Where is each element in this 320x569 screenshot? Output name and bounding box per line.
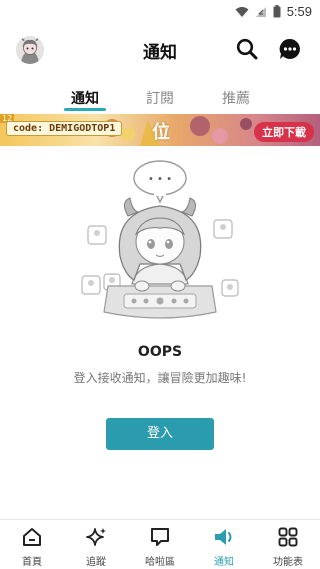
nav-forum[interactable]: 哈啦區 bbox=[128, 520, 192, 569]
empty-state-illustration: • • • bbox=[81, 160, 239, 319]
battery-icon bbox=[273, 5, 281, 18]
nav-menu-label: 功能表 bbox=[273, 557, 303, 568]
signal-icon bbox=[255, 6, 266, 17]
nav-notifications[interactable]: 通知 bbox=[192, 520, 256, 569]
status-bar: 5:59 bbox=[0, 0, 320, 24]
nav-home[interactable]: 首頁 bbox=[0, 520, 64, 569]
app-header: 通知 bbox=[0, 24, 320, 76]
speaker-icon bbox=[215, 529, 232, 545]
grid-icon bbox=[278, 527, 298, 547]
status-time: 5:59 bbox=[286, 4, 312, 19]
tab-bar: 通知 訂閱 推薦 bbox=[0, 80, 320, 112]
sparkle-icon bbox=[86, 528, 106, 546]
search-icon[interactable] bbox=[236, 38, 258, 60]
nav-follow-label: 追蹤 bbox=[86, 557, 106, 568]
nav-follow[interactable]: 追蹤 bbox=[64, 520, 128, 569]
bottom-navigation: 首頁 追蹤 哈啦區 通知 功能表 bbox=[0, 519, 320, 569]
login-button[interactable]: 登入 bbox=[106, 418, 214, 450]
tab-notifications[interactable]: 通知 bbox=[64, 88, 106, 108]
empty-state-title: OOPS bbox=[137, 344, 183, 360]
speech-bubble-dots: • • • bbox=[148, 174, 172, 185]
nav-menu[interactable]: 功能表 bbox=[256, 520, 320, 569]
nav-forum-label: 哈啦區 bbox=[145, 557, 175, 568]
nav-notifications-label: 通知 bbox=[214, 557, 234, 568]
promo-banner[interactable]: 12 code: DEMIGODTOP1 位 立即下載 bbox=[0, 114, 320, 146]
tab-subscriptions[interactable]: 訂閱 bbox=[140, 88, 180, 108]
empty-state-description: 登入接收通知，讓冒險更加趣味! bbox=[73, 371, 247, 385]
download-now-button[interactable]: 立即下載 bbox=[254, 122, 314, 142]
chat-bubble-icon bbox=[151, 528, 169, 546]
banner-promo-code: code: DEMIGODTOP1 bbox=[6, 121, 123, 136]
page-title: 通知 bbox=[143, 43, 177, 63]
nav-home-label: 首頁 bbox=[22, 557, 42, 568]
active-tab-indicator bbox=[64, 108, 106, 111]
status-icons: 5:59 bbox=[235, 4, 312, 19]
chat-icon[interactable] bbox=[278, 37, 302, 61]
wifi-icon bbox=[235, 6, 249, 17]
banner-title: 位 bbox=[152, 122, 170, 143]
home-icon bbox=[23, 528, 41, 546]
tab-recommended[interactable]: 推薦 bbox=[216, 88, 256, 108]
